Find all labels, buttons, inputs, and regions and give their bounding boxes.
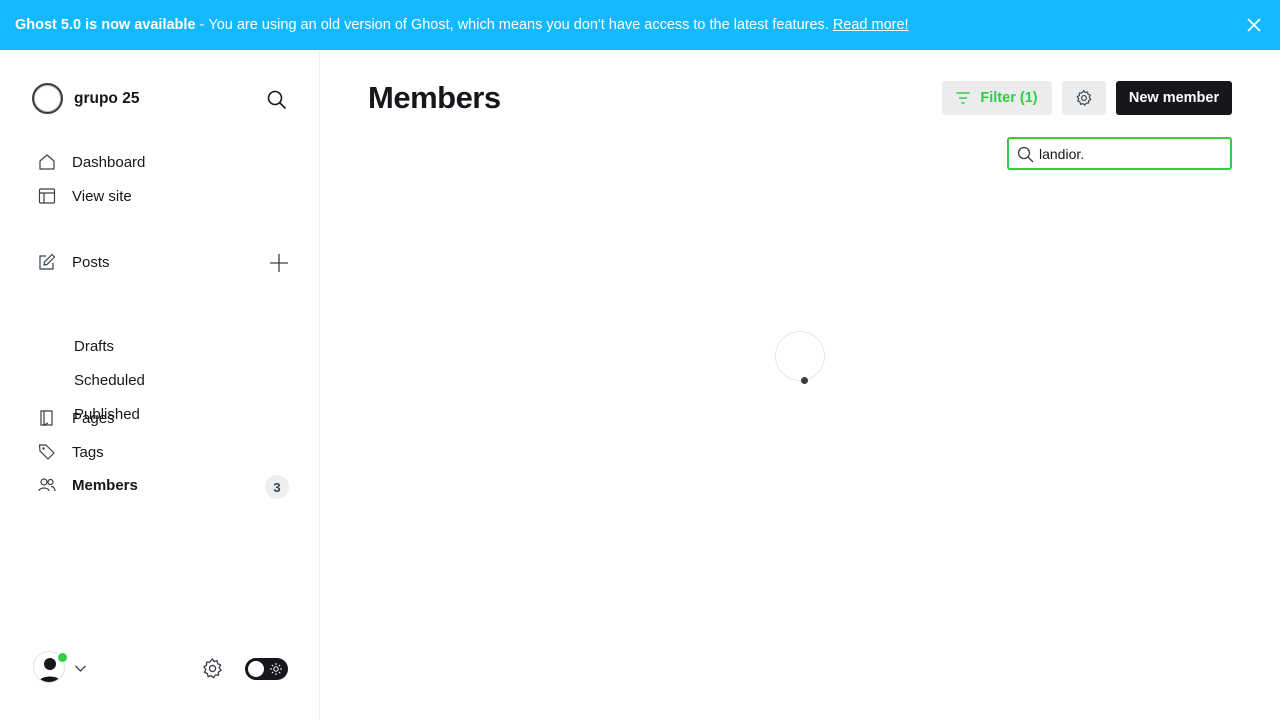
sidebar-item-members[interactable]: Members xyxy=(38,476,138,494)
page-icon xyxy=(38,409,56,427)
spinner-dot xyxy=(801,377,808,384)
layout-icon xyxy=(38,187,56,205)
update-banner: Ghost 5.0 is now available - You are usi… xyxy=(0,0,1280,50)
site-logo xyxy=(32,83,63,114)
home-icon xyxy=(38,153,56,171)
sidebar-item-label: Dashboard xyxy=(72,153,146,171)
sidebar-item-scheduled[interactable]: Scheduled xyxy=(74,372,145,389)
members-count-badge: 3 xyxy=(265,475,289,499)
edit-icon xyxy=(38,253,56,271)
sun-icon xyxy=(270,663,282,675)
chevron-down-icon[interactable] xyxy=(74,662,87,675)
add-post-icon[interactable] xyxy=(268,252,290,274)
filter-button[interactable]: Filter (1) xyxy=(942,81,1052,115)
sidebar-item-label: Posts xyxy=(72,253,110,271)
sidebar-item-view-site[interactable]: View site xyxy=(38,187,132,205)
sidebar-item-label: Members xyxy=(72,476,138,494)
sidebar-item-pages[interactable]: Pages xyxy=(38,409,115,427)
sidebar: grupo 25 Dashboard View site Posts Draft… xyxy=(0,51,320,720)
sidebar-item-posts[interactable]: Posts xyxy=(38,253,110,271)
search-icon xyxy=(1017,146,1034,163)
online-status-dot xyxy=(57,652,68,663)
close-icon[interactable] xyxy=(1246,17,1262,33)
site-name: grupo 25 xyxy=(74,89,140,107)
sidebar-item-label: View site xyxy=(72,187,132,205)
gear-icon[interactable] xyxy=(201,657,224,680)
loading-spinner xyxy=(775,331,825,384)
members-settings-button[interactable] xyxy=(1062,81,1106,115)
sidebar-item-label: Pages xyxy=(72,409,115,427)
search-icon[interactable] xyxy=(265,88,289,112)
filter-icon xyxy=(956,92,970,104)
filter-button-label: Filter (1) xyxy=(980,90,1038,106)
theme-toggle[interactable] xyxy=(245,658,288,680)
toggle-knob xyxy=(248,661,264,677)
banner-separator: - xyxy=(199,17,205,33)
gear-icon xyxy=(1076,89,1092,106)
sidebar-item-tags[interactable]: Tags xyxy=(38,443,104,461)
page-title: Members xyxy=(368,80,501,115)
banner-read-more-link[interactable]: Read more! xyxy=(833,17,909,33)
site-brand[interactable]: grupo 25 xyxy=(32,83,139,114)
sidebar-item-label: Tags xyxy=(72,443,104,461)
members-search-field[interactable] xyxy=(1007,137,1232,170)
members-icon xyxy=(38,476,56,494)
new-member-button[interactable]: New member xyxy=(1116,81,1232,115)
sidebar-item-drafts[interactable]: Drafts xyxy=(74,338,114,355)
members-search-input[interactable] xyxy=(1039,143,1224,164)
banner-message: You are using an old version of Ghost, w… xyxy=(208,17,829,33)
sidebar-item-dashboard[interactable]: Dashboard xyxy=(38,153,145,171)
banner-headline: Ghost 5.0 is now available xyxy=(15,17,196,33)
tag-icon xyxy=(38,443,56,461)
